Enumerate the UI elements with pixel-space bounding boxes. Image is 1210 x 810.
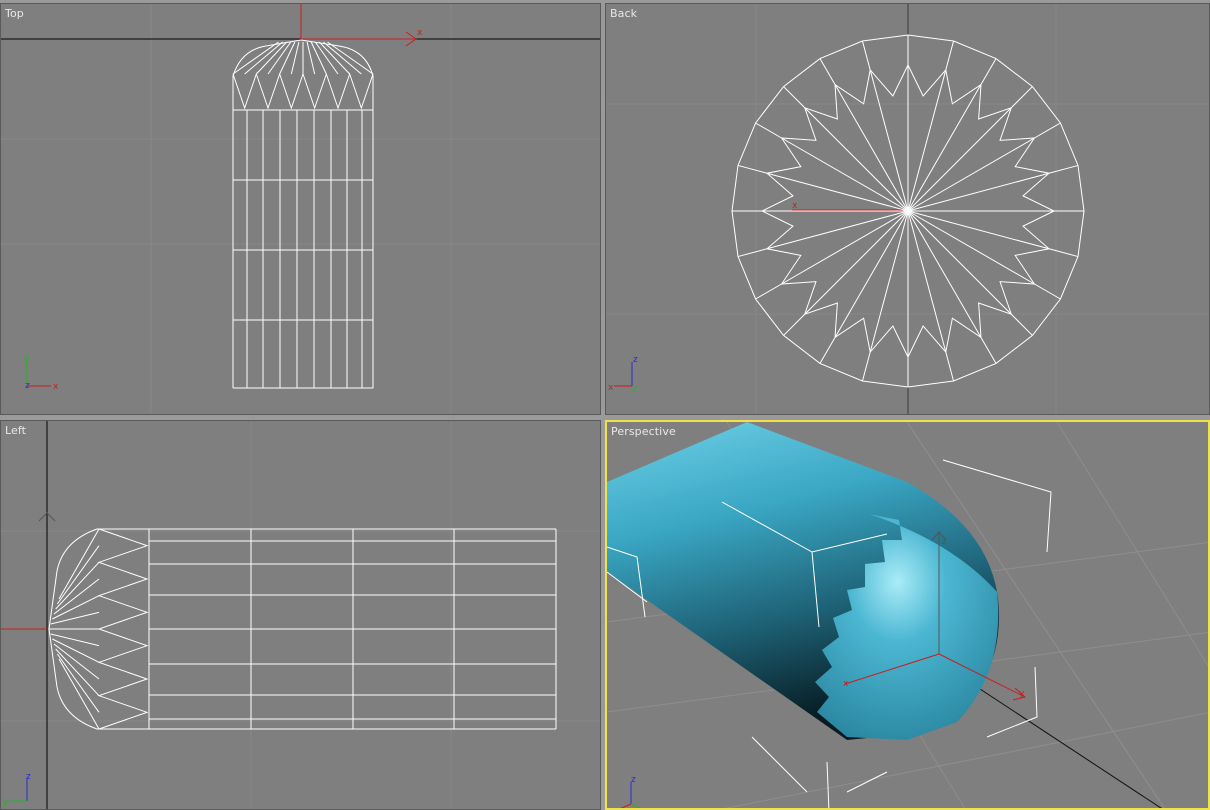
tripod-x-label: x (53, 382, 59, 392)
axis-x-label: x (417, 28, 423, 38)
tripod-x-label: x (608, 383, 614, 393)
tripod-z-label: z (26, 772, 31, 782)
axis-tripod: z x y (608, 355, 638, 393)
axis-tripod: x y z (24, 354, 59, 392)
back-view-wireframe: x z x y (606, 4, 1209, 414)
tripod-z-label: z (25, 381, 30, 391)
perspective-view-render: x y z z (607, 422, 1208, 808)
axis-tripod: z y (3, 772, 31, 808)
axis-y-label: y (1019, 689, 1025, 699)
tripod-z-label: z (631, 775, 636, 785)
viewport-top[interactable]: x x y z Top (0, 3, 601, 415)
viewport-label-perspective[interactable]: Perspective (611, 425, 676, 438)
tripod-y-label: y (632, 383, 638, 393)
top-view-wireframe: x x y z (1, 4, 600, 414)
axis-x-label: x (792, 201, 798, 211)
viewport-label-top[interactable]: Top (5, 7, 24, 20)
viewport-left[interactable]: z y Left (0, 420, 601, 810)
axis-z-label: z (942, 537, 947, 547)
axis-tripod: z (620, 775, 641, 808)
axis-x-label: x (843, 679, 849, 689)
viewport-back[interactable]: x z x y Back (605, 3, 1210, 415)
viewport-label-left[interactable]: Left (5, 424, 26, 437)
viewport-label-back[interactable]: Back (610, 7, 637, 20)
tripod-z-label: z (633, 355, 638, 365)
tripod-y-label: y (3, 798, 9, 808)
left-view-wireframe: z y (1, 421, 600, 809)
viewport-perspective[interactable]: x y z z Perspective (605, 420, 1210, 810)
tripod-y-label: y (24, 354, 30, 364)
